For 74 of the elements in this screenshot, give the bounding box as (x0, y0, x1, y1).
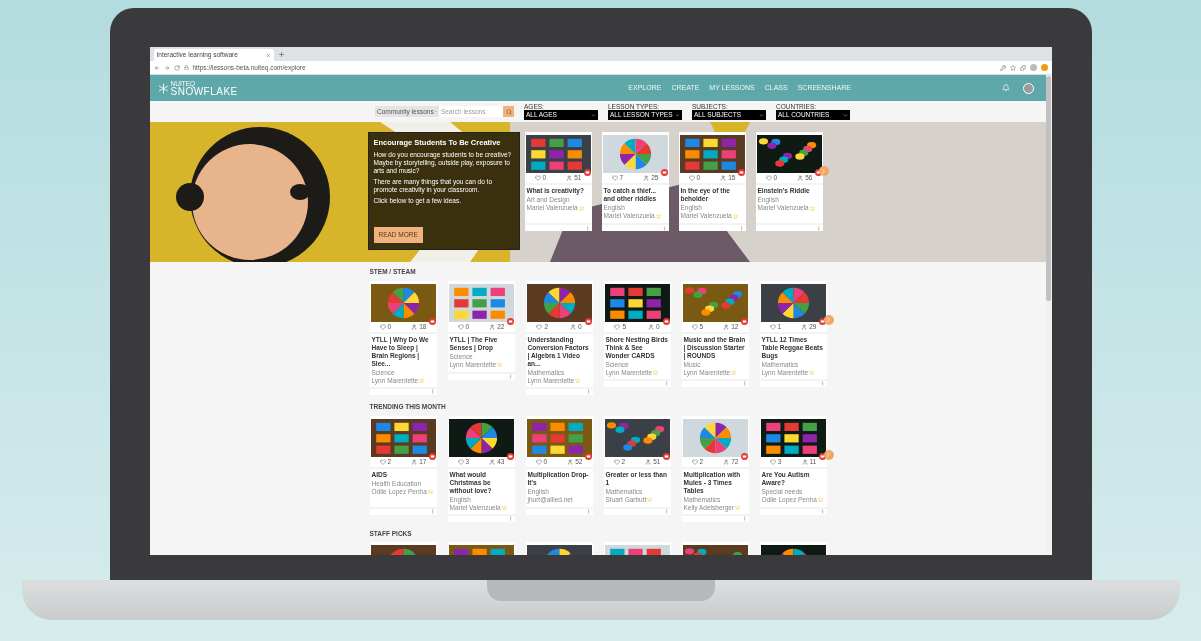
person-icon (647, 323, 654, 330)
person-icon (801, 323, 808, 330)
heart-icon[interactable] (379, 458, 386, 465)
person-icon (567, 458, 574, 465)
more-icon[interactable] (429, 509, 435, 514)
badge-icon (428, 452, 436, 460)
more-icon[interactable] (663, 509, 669, 514)
close-icon[interactable] (265, 52, 271, 58)
heart-icon[interactable] (769, 458, 776, 465)
person-icon (569, 323, 576, 330)
badge-icon (662, 452, 670, 460)
person-icon (489, 458, 496, 465)
back-icon[interactable] (153, 64, 160, 71)
search-icon (505, 108, 512, 115)
more-icon[interactable] (663, 381, 669, 387)
chevron-right-icon (825, 316, 832, 324)
more-icon[interactable] (741, 381, 747, 387)
more-icon[interactable] (507, 374, 513, 380)
new-tab-icon[interactable] (277, 51, 285, 58)
heart-icon[interactable] (536, 323, 543, 330)
badge-icon (506, 317, 514, 325)
more-icon[interactable] (741, 516, 747, 521)
more-icon[interactable] (429, 389, 435, 395)
heart-icon[interactable] (691, 458, 698, 465)
badge-icon (428, 317, 436, 325)
badge-icon (584, 452, 592, 460)
badge-icon (662, 317, 670, 325)
person-icon (723, 323, 730, 330)
heart-icon[interactable] (457, 323, 464, 330)
more-icon[interactable] (507, 516, 513, 521)
scroll-thumb[interactable] (1046, 76, 1051, 301)
heart-icon[interactable] (457, 458, 464, 465)
extension-icon[interactable] (1019, 64, 1026, 71)
person-icon (645, 458, 652, 465)
search-button[interactable] (503, 106, 514, 117)
more-icon[interactable] (585, 389, 591, 395)
person-icon (723, 458, 730, 465)
chevron-right-icon (825, 451, 832, 458)
chevron-down-icon (591, 112, 596, 118)
logo-text: SNOWFLAKE (170, 86, 238, 97)
more-icon[interactable] (819, 381, 825, 387)
heart-icon[interactable] (379, 323, 386, 330)
chevron-down-icon (675, 112, 680, 118)
reload-icon[interactable] (173, 64, 180, 71)
heart-icon[interactable] (613, 458, 620, 465)
person-icon (801, 458, 808, 465)
key-icon[interactable] (999, 64, 1006, 71)
badge-icon (584, 317, 592, 325)
snowflake-icon (157, 82, 169, 94)
next-button[interactable] (823, 449, 834, 460)
heart-icon[interactable] (535, 458, 542, 465)
badge-icon (818, 317, 826, 325)
badge-icon (818, 452, 826, 460)
chevron-down-icon (759, 112, 764, 118)
forward-icon[interactable] (163, 64, 170, 71)
person-icon (411, 323, 418, 330)
lock-icon (183, 65, 189, 70)
profile-icon[interactable] (1029, 64, 1037, 71)
heart-icon[interactable] (691, 323, 698, 330)
person-icon (489, 323, 496, 330)
more-icon[interactable] (819, 509, 825, 514)
heart-icon[interactable] (614, 323, 621, 330)
avatar[interactable] (1022, 82, 1034, 94)
heart-icon[interactable] (769, 323, 776, 330)
chevron-down-icon (843, 112, 848, 118)
badge-icon (740, 452, 748, 460)
badge-icon (506, 452, 514, 460)
badge-icon (740, 317, 748, 325)
more-icon[interactable] (585, 509, 591, 514)
person-icon (411, 458, 418, 465)
update-icon[interactable] (1040, 64, 1048, 71)
star-icon[interactable] (1009, 64, 1016, 71)
next-button[interactable] (823, 314, 834, 325)
notification-icon[interactable] (1001, 84, 1010, 92)
